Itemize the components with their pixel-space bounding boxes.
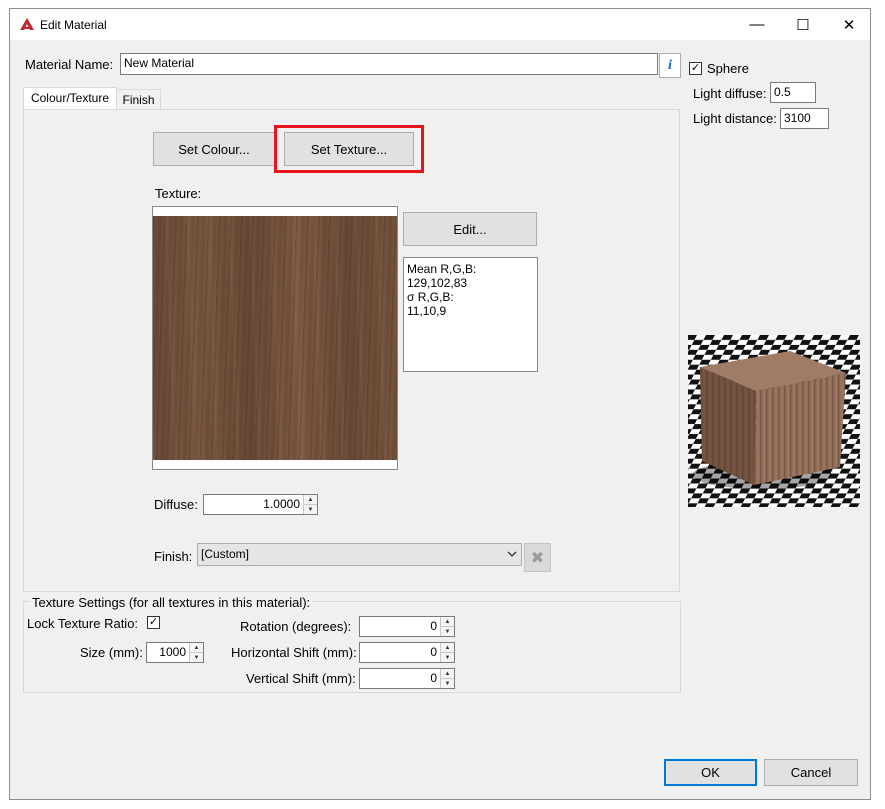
checkbox-check-icon: ✓ xyxy=(690,62,701,74)
size-spinner[interactable]: 1000 ▲ ▼ xyxy=(146,642,204,663)
material-name-input[interactable]: New Material xyxy=(120,53,658,75)
sphere-checkbox[interactable]: ✓ xyxy=(689,62,702,75)
size-spin-arrows[interactable]: ▲ ▼ xyxy=(189,643,203,662)
rotation-value: 0 xyxy=(430,619,437,633)
spin-up-icon[interactable]: ▲ xyxy=(441,669,454,678)
vertical-shift-spinner[interactable]: 0 ▲ ▼ xyxy=(359,668,455,689)
spin-up-icon[interactable]: ▲ xyxy=(441,617,454,626)
light-distance-label: Light distance: xyxy=(693,111,777,126)
cancel-label: Cancel xyxy=(790,765,832,780)
diffuse-spinner[interactable]: 1.0000 ▲ ▼ xyxy=(203,494,318,515)
vertical-shift-label: Vertical Shift (mm): xyxy=(246,671,356,686)
light-distance-input[interactable]: 3100 xyxy=(780,108,829,129)
texture-settings-title: Texture Settings (for all textures in th… xyxy=(30,595,313,610)
colour-texture-panel: Set Colour... Set Texture... Texture: Ed… xyxy=(23,109,680,592)
mean-rgb-label: Mean R,G,B: xyxy=(407,262,477,276)
set-texture-button[interactable]: Set Texture... xyxy=(284,132,414,166)
spin-up-icon[interactable]: ▲ xyxy=(304,495,317,504)
diffuse-value: 1.0000 xyxy=(263,497,300,511)
sphere-label: Sphere xyxy=(707,61,749,76)
horizontal-shift-spin-arrows[interactable]: ▲ ▼ xyxy=(440,643,454,662)
spin-up-icon[interactable]: ▲ xyxy=(190,643,203,652)
minimize-button[interactable]: — xyxy=(734,9,780,40)
chevron-down-icon xyxy=(507,551,517,557)
vertical-shift-value: 0 xyxy=(430,671,437,685)
spin-down-icon[interactable]: ▼ xyxy=(190,652,203,662)
size-label: Size (mm): xyxy=(80,645,143,660)
edit-texture-button[interactable]: Edit... xyxy=(403,212,537,246)
diffuse-label: Diffuse: xyxy=(154,497,198,512)
edit-material-dialog: Edit Material — ☐ ✕ Material Name: New M… xyxy=(9,8,871,800)
sigma-rgb-label: σ R,G,B: xyxy=(407,290,454,304)
lock-texture-ratio-checkbox[interactable]: ✓ xyxy=(147,616,160,629)
spin-down-icon[interactable]: ▼ xyxy=(441,652,454,662)
close-button[interactable]: ✕ xyxy=(826,9,872,40)
clear-x-icon: ✖ xyxy=(530,549,545,567)
title-bar: Edit Material — ☐ ✕ xyxy=(10,9,870,40)
tab-finish-label: Finish xyxy=(122,93,155,107)
diffuse-spin-arrows[interactable]: ▲ ▼ xyxy=(303,495,317,514)
ok-button[interactable]: OK xyxy=(664,759,757,786)
mean-rgb-value: 129,102,83 xyxy=(407,276,468,290)
texture-image xyxy=(153,216,397,460)
light-diffuse-input[interactable]: 0.5 xyxy=(770,82,816,103)
checkbox-check-icon: ✓ xyxy=(148,616,159,628)
info-icon: i xyxy=(668,57,672,73)
close-icon: ✕ xyxy=(842,16,856,34)
vertical-shift-spin-arrows[interactable]: ▲ ▼ xyxy=(440,669,454,688)
material-preview-render xyxy=(688,335,860,507)
spin-up-icon[interactable]: ▲ xyxy=(441,643,454,652)
tab-colour-texture[interactable]: Colour/Texture xyxy=(23,87,117,110)
material-name-label: Material Name: xyxy=(25,57,114,72)
sigma-rgb-value: 11,10,9 xyxy=(407,304,447,318)
texture-preview-frame[interactable] xyxy=(152,206,398,470)
set-colour-button[interactable]: Set Colour... xyxy=(153,132,275,166)
light-diffuse-label: Light diffuse: xyxy=(693,86,767,101)
finish-label: Finish: xyxy=(154,549,193,564)
minimize-icon: — xyxy=(749,16,765,33)
app-logo-icon xyxy=(20,18,34,30)
info-button[interactable]: i xyxy=(659,53,681,78)
edit-texture-label: Edit... xyxy=(453,221,487,237)
tab-colour-texture-label: Colour/Texture xyxy=(30,91,110,105)
rotation-spin-arrows[interactable]: ▲ ▼ xyxy=(440,617,454,636)
horizontal-shift-value: 0 xyxy=(430,645,437,659)
rotation-spinner[interactable]: 0 ▲ ▼ xyxy=(359,616,455,637)
tab-finish[interactable]: Finish xyxy=(117,89,161,110)
horizontal-shift-spinner[interactable]: 0 ▲ ▼ xyxy=(359,642,455,663)
set-texture-label: Set Texture... xyxy=(310,141,388,157)
clear-finish-button[interactable]: ✖ xyxy=(524,543,551,572)
lock-texture-ratio-label: Lock Texture Ratio: xyxy=(27,616,139,631)
ok-label: OK xyxy=(701,765,720,780)
window-title: Edit Material xyxy=(40,18,107,32)
finish-dropdown-value: [Custom] xyxy=(201,547,250,561)
cancel-button[interactable]: Cancel xyxy=(764,759,858,786)
size-value: 1000 xyxy=(159,645,186,659)
spin-down-icon[interactable]: ▼ xyxy=(441,626,454,636)
finish-dropdown[interactable]: [Custom] xyxy=(197,543,522,566)
horizontal-shift-label: Horizontal Shift (mm): xyxy=(231,645,357,660)
texture-label: Texture: xyxy=(155,186,202,201)
maximize-icon: ☐ xyxy=(796,16,810,34)
rotation-label: Rotation (degrees): xyxy=(240,619,352,634)
maximize-button[interactable]: ☐ xyxy=(780,9,826,40)
texture-stats-box: Mean R,G,B: 129,102,83 σ R,G,B: 11,10,9 xyxy=(403,257,538,372)
spin-down-icon[interactable]: ▼ xyxy=(441,678,454,688)
spin-down-icon[interactable]: ▼ xyxy=(304,504,317,514)
set-colour-label: Set Colour... xyxy=(178,141,250,157)
